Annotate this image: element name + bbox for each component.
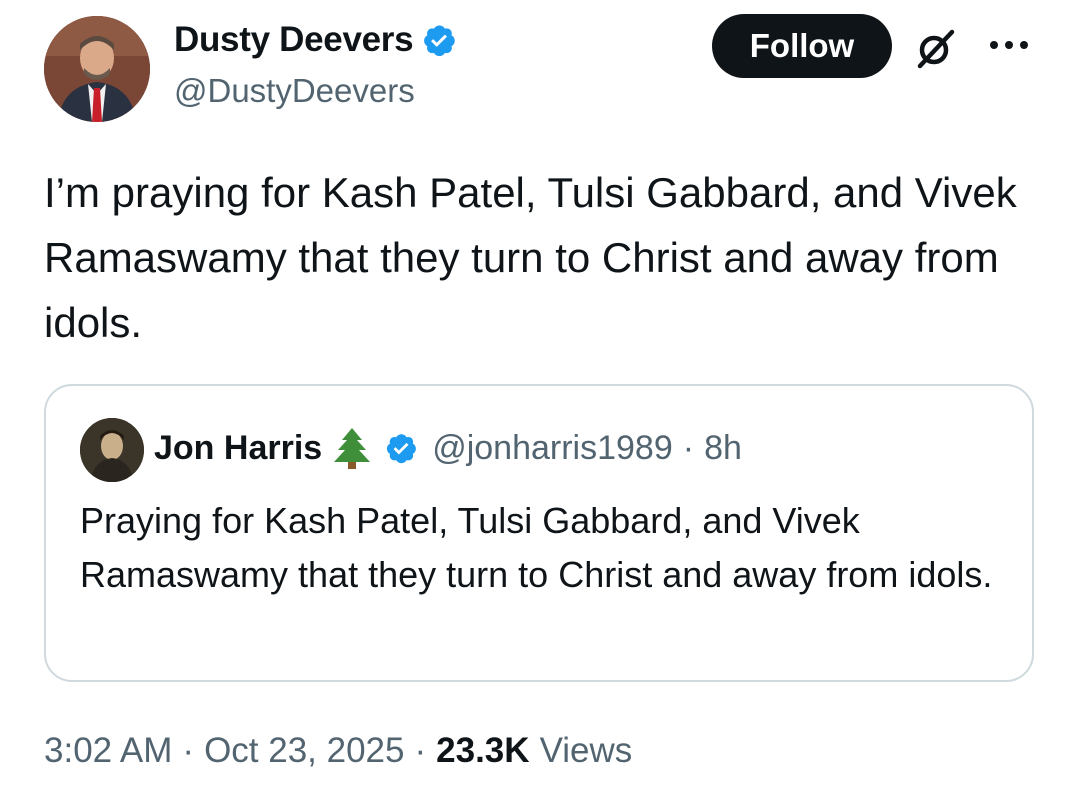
quoted-tweet-card[interactable]: Jon Harris @jonharris1989 · 8h Praying f… bbox=[44, 384, 1034, 682]
meta-separator: · bbox=[414, 731, 427, 770]
author-name-row[interactable]: Dusty Deevers bbox=[174, 20, 457, 60]
verified-badge-icon bbox=[421, 22, 457, 58]
quote-author-avatar[interactable] bbox=[80, 418, 144, 482]
tweet-date[interactable]: Oct 23, 2025 bbox=[204, 731, 404, 771]
quote-verified-badge-icon bbox=[384, 431, 418, 465]
quote-header: Jon Harris @jonharris1989 · 8h bbox=[154, 426, 742, 470]
tweet-text: I’m praying for Kash Patel, Tulsi Gabbar… bbox=[44, 169, 1017, 346]
quote-author-name[interactable]: Jon Harris bbox=[154, 429, 322, 468]
quote-text: Praying for Kash Patel, Tulsi Gabbard, a… bbox=[80, 500, 993, 595]
tweet-meta: 3:02 AM · Oct 23, 2025 · 23.3K Views bbox=[44, 728, 632, 774]
more-options-icon[interactable] bbox=[986, 30, 1032, 60]
author-handle[interactable]: @DustyDeevers bbox=[174, 72, 415, 110]
views-label: Views bbox=[539, 731, 633, 770]
meta-separator: · bbox=[182, 731, 195, 770]
follow-button[interactable]: Follow bbox=[712, 14, 892, 78]
quote-timestamp[interactable]: 8h bbox=[704, 429, 742, 468]
views-count[interactable]: 23.3K bbox=[436, 731, 529, 771]
tweet-time[interactable]: 3:02 AM bbox=[44, 731, 172, 771]
author-avatar[interactable] bbox=[44, 16, 150, 122]
christmas-tree-icon bbox=[332, 426, 372, 470]
author-name[interactable]: Dusty Deevers bbox=[174, 20, 414, 60]
quote-separator: · bbox=[682, 428, 695, 467]
quote-author-handle[interactable]: @jonharris1989 bbox=[432, 429, 673, 468]
grok-icon[interactable] bbox=[912, 24, 960, 72]
